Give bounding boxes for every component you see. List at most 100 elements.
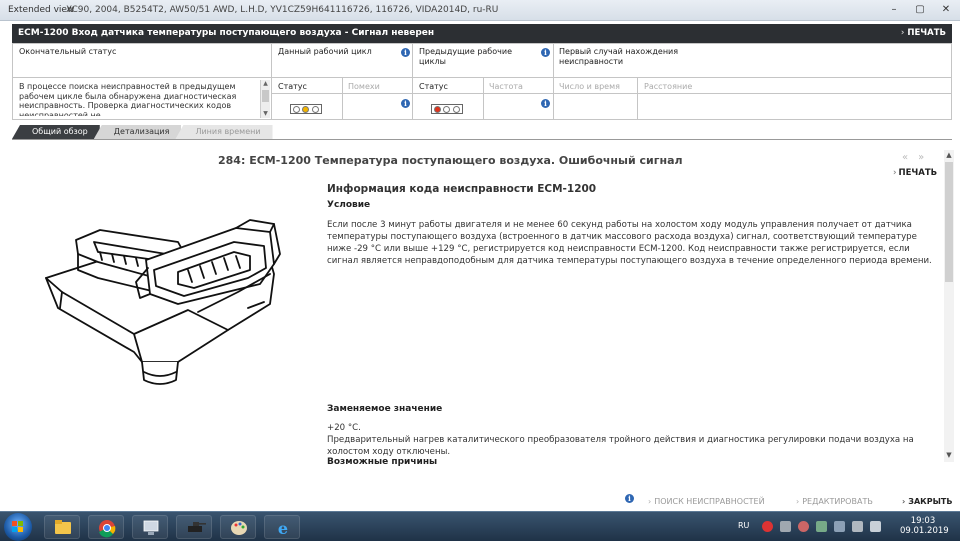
date-time-label: Число и время xyxy=(559,82,620,91)
display-icon[interactable] xyxy=(852,521,863,532)
scroll-down-icon[interactable]: ▼ xyxy=(944,450,954,460)
status-light xyxy=(293,105,301,113)
chrome-icon[interactable] xyxy=(88,515,124,539)
content-scrollbar[interactable]: ▲ ▼ xyxy=(944,150,954,462)
grid-divider xyxy=(412,44,413,119)
previous-status-label: Статус xyxy=(419,82,448,91)
previous-cycles-status-lights xyxy=(431,104,463,114)
description-scrollbar[interactable]: ▲ ▼ xyxy=(260,80,270,118)
update-icon[interactable] xyxy=(798,521,809,532)
start-button[interactable] xyxy=(4,513,32,541)
explorer-icon[interactable] xyxy=(44,515,80,539)
computer-icon xyxy=(143,520,159,535)
status-light xyxy=(452,105,460,113)
print-button[interactable]: › ПЕЧАТЬ xyxy=(901,24,946,43)
previous-cycles-heading: Предыдущие рабочие циклы xyxy=(419,47,512,66)
tab-details[interactable]: Детализация xyxy=(93,125,182,139)
scroll-down-icon[interactable]: ▼ xyxy=(262,110,269,117)
possible-causes-heading: Возможные причины xyxy=(327,457,438,467)
previous-page-icon[interactable]: « xyxy=(902,152,918,163)
language-indicator[interactable]: RU xyxy=(738,521,749,530)
grid-divider xyxy=(553,44,554,119)
info-icon[interactable]: i xyxy=(401,99,410,108)
ie-icon: e xyxy=(278,519,288,538)
dtc-header: ECM-1200 Вход датчика температуры поступ… xyxy=(12,24,952,43)
arrow-right-icon: › xyxy=(648,497,652,506)
stop-icon[interactable] xyxy=(762,521,773,532)
current-status-label: Статус xyxy=(278,82,307,91)
arrow-right-icon: › xyxy=(902,497,906,506)
taskbar: e RU 19:03 09.01.2019 xyxy=(0,511,960,541)
close-label: ЗАКРЫТЬ xyxy=(908,497,953,506)
paint-icon[interactable] xyxy=(220,515,256,539)
arrow-right-icon: › xyxy=(900,28,905,38)
view-tabs: Общий обзор Детализация Линия времени xyxy=(12,125,273,139)
air-temperature-sensor-illustration xyxy=(45,219,281,385)
grid-divider xyxy=(271,93,951,94)
replacement-description: Предварительный нагрев каталитического п… xyxy=(327,435,914,457)
final-status-description: В процессе поиска неисправностей в преды… xyxy=(19,82,237,116)
next-page-icon[interactable]: » xyxy=(918,152,934,163)
maximize-icon[interactable]: ▢ xyxy=(910,2,930,17)
scroll-up-icon[interactable]: ▲ xyxy=(944,150,954,160)
condition-text: Если после 3 минут работы двигателя и не… xyxy=(327,220,932,266)
security-icon[interactable] xyxy=(780,521,791,532)
scroll-thumb[interactable] xyxy=(262,90,269,102)
grid-divider xyxy=(13,77,951,78)
replacement-value-heading: Заменяемое значение xyxy=(327,404,443,414)
status-light xyxy=(434,105,442,113)
condition-heading: Условие xyxy=(327,200,371,210)
minimize-icon[interactable]: – xyxy=(884,2,904,17)
tab-overview[interactable]: Общий обзор xyxy=(12,125,100,139)
grid-divider xyxy=(342,78,343,119)
scroll-thumb[interactable] xyxy=(945,162,953,282)
tank-icon xyxy=(188,522,206,532)
content-print-button[interactable]: › ПЕЧАТЬ xyxy=(893,168,937,178)
close-button[interactable]: › ЗАКРЫТЬ xyxy=(902,497,952,506)
previous-frequency-label: Частота xyxy=(489,82,523,91)
browser-icon xyxy=(99,520,116,538)
print-label: ПЕЧАТЬ xyxy=(907,28,946,38)
current-interference-label: Помехи xyxy=(348,82,380,91)
dtc-title: ECM-1200 Вход датчика температуры поступ… xyxy=(18,28,435,38)
tab-timeline: Линия времени xyxy=(175,125,273,139)
connection-icon[interactable] xyxy=(816,521,827,532)
status-grid: Окончательный статус В процессе поиска н… xyxy=(12,43,952,120)
windows-logo-icon xyxy=(12,521,23,532)
flag-icon[interactable] xyxy=(834,521,845,532)
troubleshoot-button[interactable]: › ПОИСК НЕИСПРАВНОСТЕЙ xyxy=(648,497,765,506)
arrow-right-icon: › xyxy=(893,168,897,178)
palette-icon xyxy=(231,521,247,535)
info-icon[interactable]: i xyxy=(401,48,410,57)
system-clock[interactable]: 19:03 09.01.2019 xyxy=(900,516,949,536)
info-icon[interactable]: i xyxy=(541,48,550,57)
first-occurrence-heading: Первый случай нахождения неисправности xyxy=(559,47,679,66)
content-print-label: ПЕЧАТЬ xyxy=(898,168,938,178)
edit-label: РЕДАКТИРОВАТЬ xyxy=(802,497,873,506)
close-window-icon[interactable]: ✕ xyxy=(936,2,956,17)
clock-date: 09.01.2019 xyxy=(900,526,949,536)
network-app-icon[interactable] xyxy=(132,515,168,539)
view-mode-label: Extended view xyxy=(8,5,75,15)
window-title-bar: Extended view XC90, 2004, B5254T2, AW50/… xyxy=(0,0,960,21)
page-navigation: «» xyxy=(902,152,934,163)
internet-explorer-icon[interactable]: e xyxy=(264,515,300,539)
dtc-info-heading: Информация кода неисправности ECM-1200 xyxy=(327,183,597,195)
info-icon[interactable]: i xyxy=(541,99,550,108)
tab-divider xyxy=(12,139,952,140)
action-bar: i › ПОИСК НЕИСПРАВНОСТЕЙ › РЕДАКТИРОВАТЬ ›… xyxy=(0,494,960,510)
game-app-icon[interactable] xyxy=(176,515,212,539)
volume-icon[interactable] xyxy=(870,521,881,532)
window-controls: – ▢ ✕ xyxy=(884,2,956,17)
status-light xyxy=(311,105,319,113)
status-light xyxy=(302,105,310,113)
edit-button[interactable]: › РЕДАКТИРОВАТЬ xyxy=(796,497,873,506)
current-cycle-heading: Данный рабочий цикл xyxy=(278,47,372,56)
clock-time: 19:03 xyxy=(910,516,936,526)
info-icon[interactable]: i xyxy=(625,494,634,503)
distance-label: Расстояние xyxy=(644,82,693,91)
current-cycle-status-lights xyxy=(290,104,322,114)
grid-divider xyxy=(271,44,272,119)
scroll-up-icon[interactable]: ▲ xyxy=(262,80,269,87)
status-light xyxy=(443,105,451,113)
